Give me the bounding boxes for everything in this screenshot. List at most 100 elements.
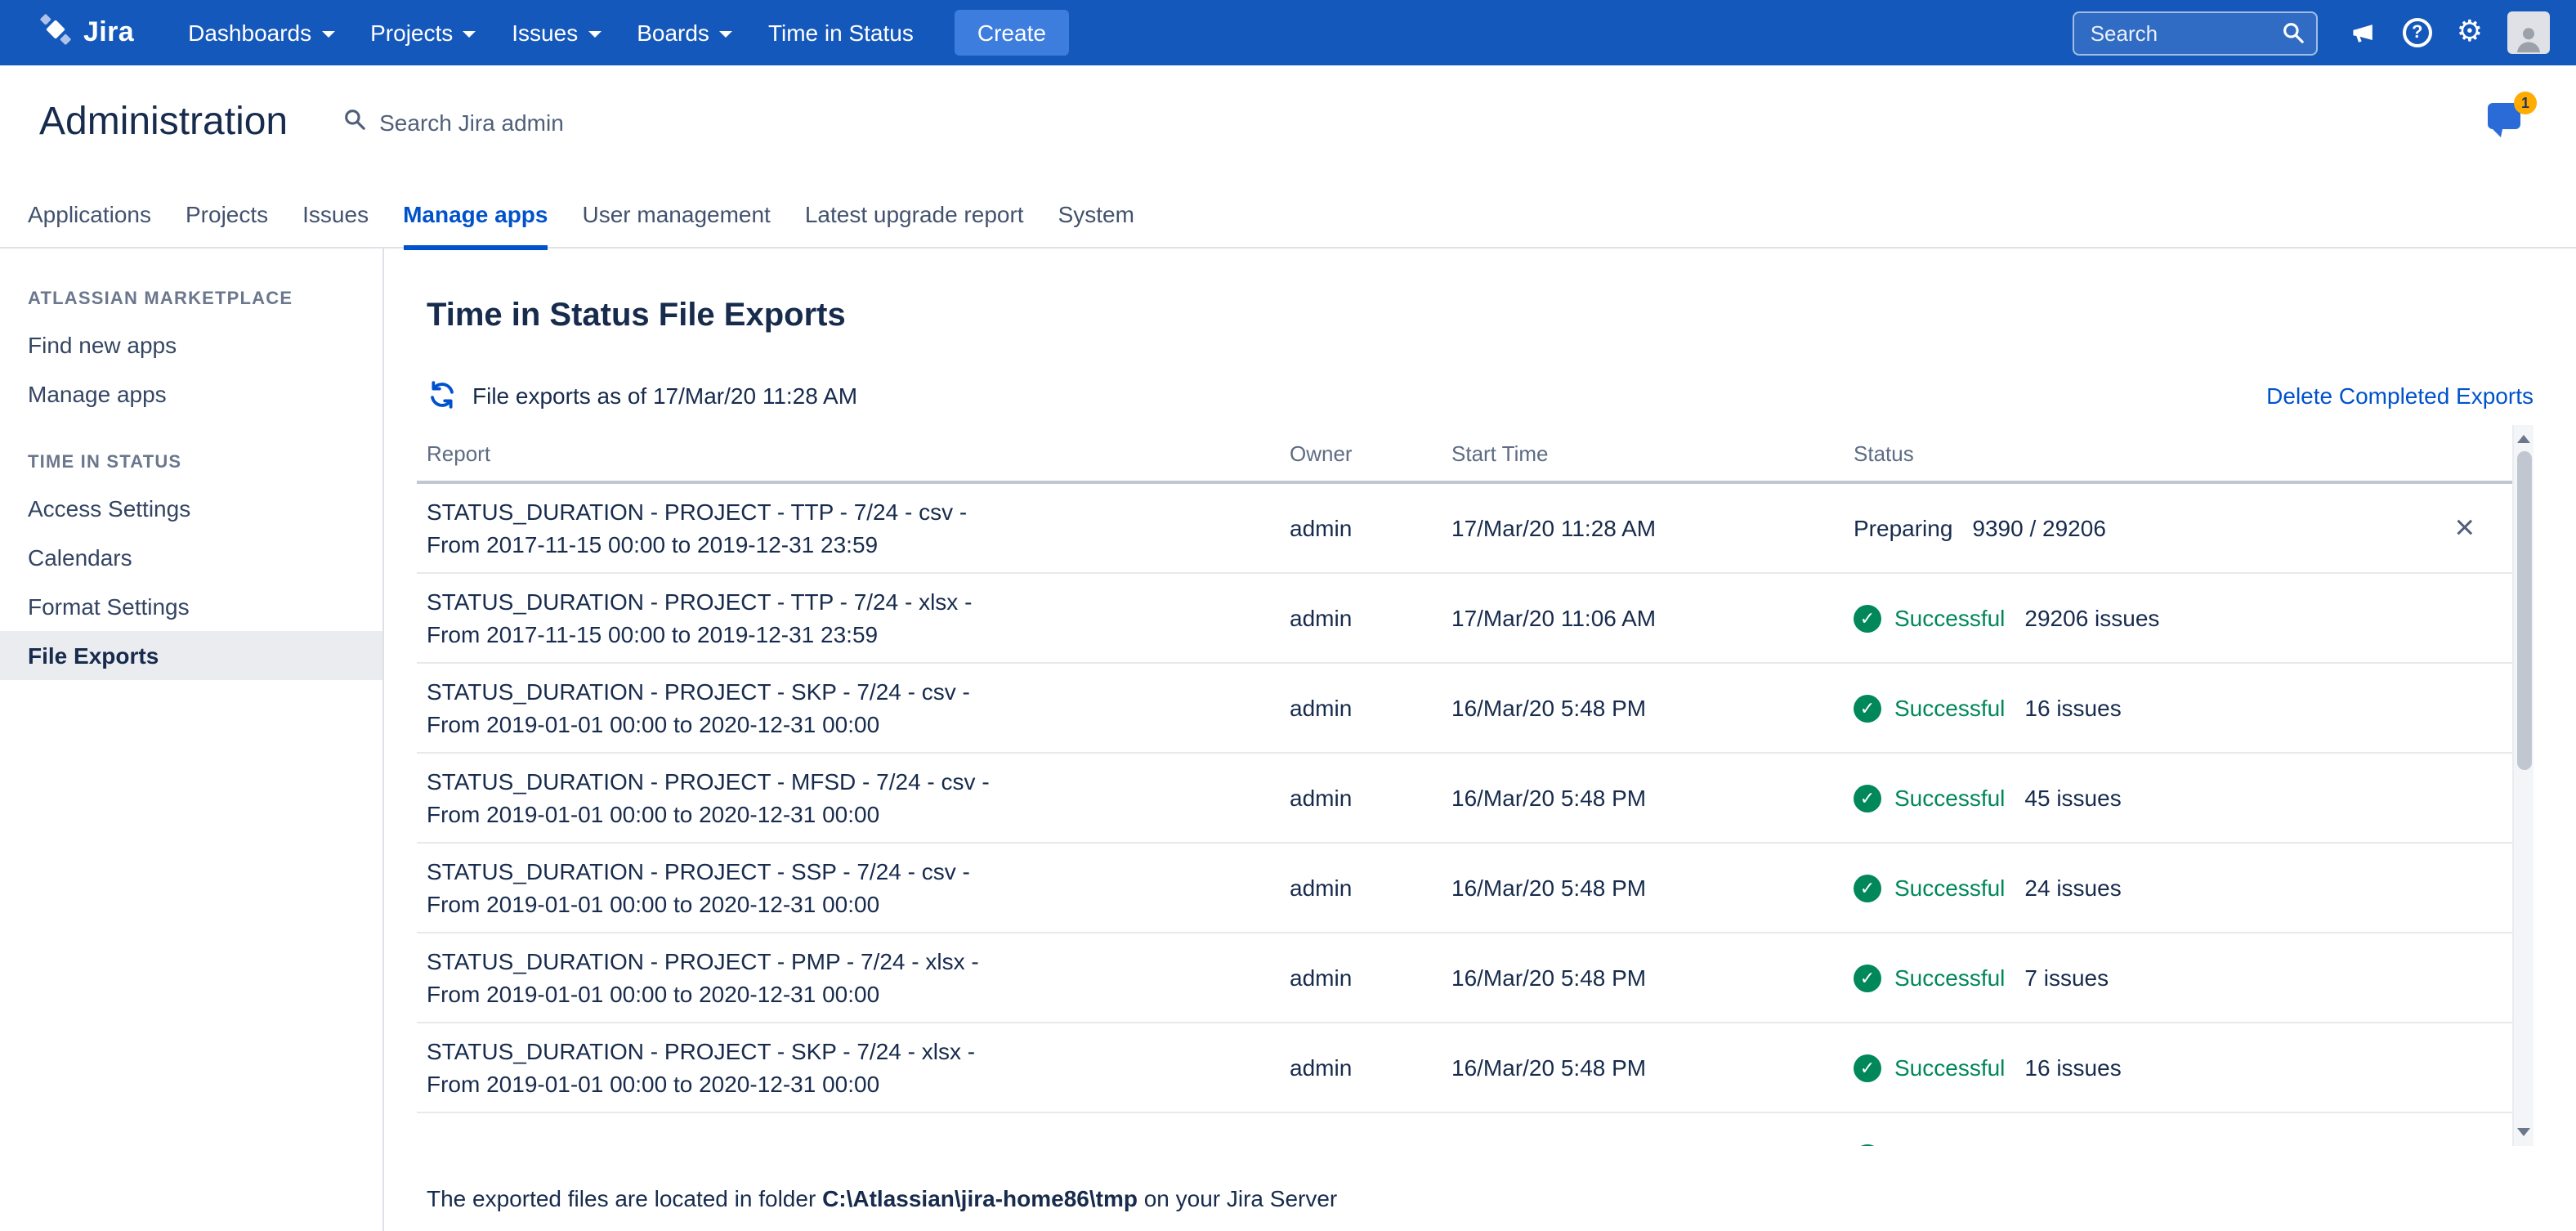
scrollbar-up-arrow-icon[interactable] (2517, 435, 2530, 443)
tab-system[interactable]: System (1058, 179, 1134, 248)
admin-search-input[interactable] (379, 110, 690, 136)
table-row: STATUS_DURATION - PROJECT - SKP - 7/24 -… (417, 1023, 2534, 1113)
search-icon (343, 107, 366, 138)
status-issue-count: 24 issues (2024, 875, 2121, 901)
sidebar-item-find-new-apps[interactable]: Find new apps (0, 320, 382, 369)
user-avatar[interactable] (2507, 11, 2550, 54)
tab-issues[interactable]: Issues (302, 179, 369, 248)
chevron-down-icon (463, 31, 476, 38)
start-time-cell: 16/Mar/20 5:48 PM (1451, 965, 1854, 991)
start-time-cell: 17/Mar/20 11:28 AM (1451, 515, 1854, 541)
success-check-icon: ✓ (1854, 1054, 1881, 1081)
owner-cell: admin (1290, 785, 1451, 811)
report-name: STATUS_DURATION - PROJECT - SSP - 7/24 -… (427, 1141, 1290, 1146)
owner-cell: admin (1290, 605, 1451, 631)
status-cell: ✓ Successful 16 issues (1854, 694, 2534, 722)
exports-table: Report Owner Start Time Status STATUS_DU… (417, 425, 2534, 1146)
help-icon[interactable]: ? (2403, 18, 2432, 47)
sidebar: ATLASSIAN MARKETPLACE Find new apps Mana… (0, 248, 384, 1231)
column-header-owner: Owner (1290, 441, 1451, 465)
report-cell: STATUS_DURATION - PROJECT - MFSD - 7/24 … (417, 765, 1290, 830)
success-check-icon: ✓ (1854, 604, 1881, 632)
owner-cell: admin (1290, 875, 1451, 901)
tab-latest-upgrade-report[interactable]: Latest upgrade report (805, 179, 1024, 248)
status-label: Successful (1894, 695, 2005, 721)
tab-manage-apps[interactable]: Manage apps (403, 179, 548, 248)
start-time-cell: 16/Mar/20 5:48 PM (1451, 695, 1854, 721)
start-time-cell: 17/Mar/20 11:06 AM (1451, 605, 1854, 631)
report-name: STATUS_DURATION - PROJECT - SSP - 7/24 -… (427, 855, 1290, 888)
sidebar-heading-marketplace: ATLASSIAN MARKETPLACE (0, 275, 382, 320)
report-range: From 2019-01-01 00:00 to 2020-12-31 00:0… (427, 798, 1290, 830)
global-search-input[interactable] (2073, 11, 2318, 55)
report-cell: STATUS_DURATION - PROJECT - SKP - 7/24 -… (417, 1035, 1290, 1100)
report-name: STATUS_DURATION - PROJECT - TTP - 7/24 -… (427, 495, 1290, 528)
refresh-icon[interactable] (427, 379, 458, 410)
status-cell: ✓ Successful 45 issues (1854, 784, 2534, 812)
tab-user-management[interactable]: User management (583, 179, 771, 248)
owner-cell: admin (1290, 515, 1451, 541)
export-folder-path: C:\Atlassian\jira-home86\tmp (822, 1185, 1138, 1211)
create-button[interactable]: Create (955, 10, 1069, 56)
nav-dashboards[interactable]: Dashboards (170, 0, 352, 65)
feedback-megaphone-icon[interactable] (2349, 18, 2378, 47)
column-header-report: Report (417, 441, 1290, 465)
report-cell: STATUS_DURATION - PROJECT - TTP - 7/24 -… (417, 585, 1290, 651)
nav-dashboards-label: Dashboards (188, 20, 311, 46)
notification-badge: 1 (2514, 92, 2537, 114)
status-label: Successful (1894, 605, 2005, 631)
owner-cell: admin (1290, 1054, 1451, 1081)
main-panel: Time in Status File Exports File exports… (384, 248, 2576, 1231)
table-row: STATUS_DURATION - PROJECT - MFSD - 7/24 … (417, 754, 2534, 844)
sidebar-item-file-exports[interactable]: File Exports (0, 631, 382, 680)
sidebar-item-calendars[interactable]: Calendars (0, 533, 382, 582)
status-label: Successful (1894, 965, 2005, 991)
sidebar-item-format-settings[interactable]: Format Settings (0, 582, 382, 631)
nav-issues[interactable]: Issues (494, 0, 619, 65)
chevron-down-icon (588, 31, 601, 38)
status-issue-count: 16 issues (2024, 1054, 2121, 1081)
nav-time-in-status[interactable]: Time in Status (750, 0, 932, 65)
page-title: Administration (39, 100, 288, 145)
scrollbar-thumb[interactable] (2517, 451, 2532, 770)
nav-boards-label: Boards (637, 20, 709, 46)
chevron-down-icon (321, 31, 334, 38)
jira-logo[interactable]: Jira (39, 12, 134, 53)
scrollbar-down-arrow-icon[interactable] (2517, 1128, 2530, 1136)
refresh-status-text: File exports as of 17/Mar/20 11:28 AM (472, 382, 857, 408)
report-cell: STATUS_DURATION - PROJECT - SSP - 7/24 -… (417, 1141, 1290, 1146)
sidebar-item-access-settings[interactable]: Access Settings (0, 484, 382, 533)
admin-header: Administration 1 (0, 65, 2576, 180)
success-check-icon: ✓ (1854, 874, 1881, 902)
report-range: From 2017-11-15 00:00 to 2019-12-31 23:5… (427, 618, 1290, 651)
table-row: STATUS_DURATION - PROJECT - TTP - 7/24 -… (417, 574, 2534, 664)
start-time-cell: 16/Mar/20 5:48 PM (1451, 875, 1854, 901)
delete-completed-exports-link[interactable]: Delete Completed Exports (2266, 382, 2534, 408)
jira-admin-page: Jira Dashboards Projects Issues Boards T… (0, 0, 2576, 1231)
success-check-icon: ✓ (1854, 694, 1881, 722)
report-range: From 2019-01-01 00:00 to 2020-12-31 00:0… (427, 708, 1290, 741)
nav-boards[interactable]: Boards (619, 0, 750, 65)
sidebar-item-manage-apps[interactable]: Manage apps (0, 369, 382, 419)
notifications-icon[interactable]: 1 (2488, 103, 2527, 139)
table-header-row: Report Owner Start Time Status (417, 425, 2534, 484)
table-row: STATUS_DURATION - PROJECT - PMP - 7/24 -… (417, 933, 2534, 1023)
status-cell: Preparing 9390 / 29206 (1854, 515, 2534, 541)
nav-time-in-status-label: Time in Status (768, 20, 914, 46)
column-header-start-time: Start Time (1451, 441, 1854, 465)
status-cell: ✓ Successful 16 issues (1854, 1054, 2534, 1081)
settings-gear-icon[interactable]: ⚙ (2457, 18, 2483, 47)
nav-projects[interactable]: Projects (352, 0, 494, 65)
section-title: Time in Status File Exports (427, 298, 2534, 335)
status-cell: ✓ Successful 24 issues (1854, 874, 2534, 902)
tab-projects[interactable]: Projects (186, 179, 268, 248)
tab-applications[interactable]: Applications (28, 179, 151, 248)
report-name: STATUS_DURATION - PROJECT - SKP - 7/24 -… (427, 1035, 1290, 1068)
status-issue-count: 16 issues (2024, 695, 2121, 721)
jira-logo-icon (39, 12, 72, 53)
nav-projects-label: Projects (370, 20, 453, 46)
report-cell: STATUS_DURATION - PROJECT - PMP - 7/24 -… (417, 945, 1290, 1010)
table-scrollbar[interactable] (2512, 425, 2534, 1146)
report-range: From 2019-01-01 00:00 to 2020-12-31 00:0… (427, 978, 1290, 1010)
cancel-export-icon[interactable]: × (2454, 511, 2475, 545)
